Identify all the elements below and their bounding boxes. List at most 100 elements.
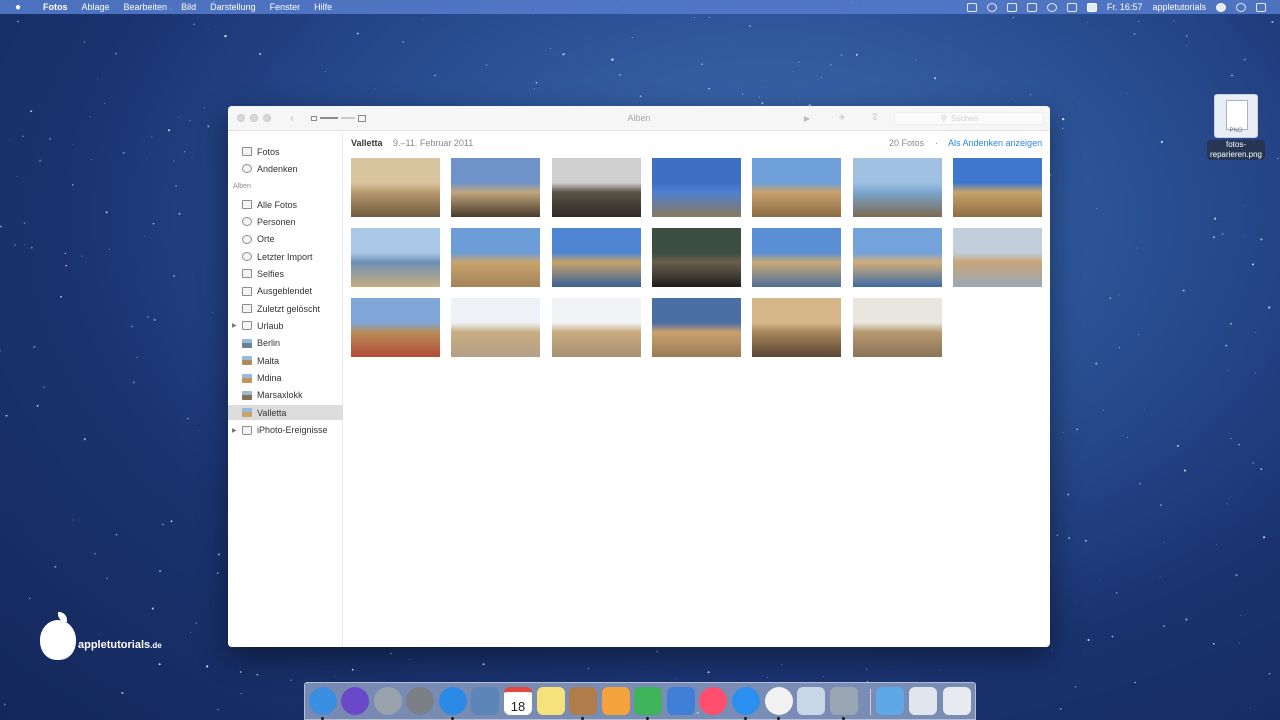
sidebar-item-label: Berlin [257, 338, 281, 349]
sidebar-item-marsaxlokk[interactable]: Marsaxlokk [228, 388, 343, 403]
sidebar-item-valletta[interactable]: Valletta [228, 405, 343, 421]
sidebar-item-label: Fotos [257, 146, 280, 157]
photo-thumbnail[interactable] [651, 228, 741, 287]
photo-thumbnail[interactable] [551, 298, 641, 357]
lock-icon[interactable] [966, 2, 977, 12]
launchpad-icon[interactable] [374, 687, 402, 715]
sidebar-item-selfies[interactable]: Selfies [228, 266, 343, 281]
person-icon [242, 217, 252, 227]
photo-thumbnail[interactable] [852, 158, 942, 217]
menu-darstellung[interactable]: Darstellung [203, 2, 263, 12]
fullscreen-button[interactable] [263, 114, 271, 122]
photo-thumbnail[interactable] [752, 298, 842, 357]
sidebar-item-iphoto-ereignisse[interactable]: ▶ iPhoto-Ereignisse [228, 423, 343, 438]
sidebar-item-urlaub[interactable]: ▶ Urlaub [228, 318, 343, 333]
sidebar-item-label: Valletta [257, 407, 287, 418]
time-machine-icon[interactable] [986, 2, 997, 12]
photo-thumbnail[interactable] [852, 228, 942, 287]
show-as-memory-link[interactable]: Als Andenken anzeigen [948, 138, 1042, 148]
siri-icon[interactable] [341, 687, 369, 715]
photo-thumbnail[interactable] [651, 298, 741, 357]
photo-thumbnail[interactable] [952, 158, 1042, 217]
notes-icon[interactable] [537, 687, 565, 715]
menu-ablage[interactable]: Ablage [75, 2, 117, 12]
siri-menubar-icon[interactable] [1216, 2, 1226, 12]
menu-fenster[interactable]: Fenster [263, 2, 308, 12]
system-preferences-icon[interactable] [406, 687, 434, 715]
bluetooth-icon[interactable] [1006, 2, 1017, 12]
photo-thumbnail[interactable] [952, 228, 1042, 287]
desktop-file[interactable]: PNG fotos- reparieren.png [1203, 94, 1269, 162]
pages-icon[interactable] [602, 687, 630, 715]
photo-thumbnail[interactable] [651, 158, 741, 217]
photo-thumbnail[interactable] [451, 158, 541, 217]
folder-icon [242, 321, 252, 331]
menu-hilfe[interactable]: Hilfe [307, 2, 339, 12]
photo-thumbnail[interactable] [752, 158, 842, 217]
safari-icon[interactable] [439, 687, 467, 715]
battery-icon[interactable] [1086, 2, 1097, 12]
menu-fotos[interactable]: Fotos [36, 2, 75, 12]
share-button[interactable]: ⇧ [868, 110, 882, 124]
sidebar-item-berlin[interactable]: Berlin [228, 336, 343, 351]
sidebar-item-andenken[interactable]: Andenken [228, 161, 343, 176]
sidebar-item-alle-fotos[interactable]: Alle Fotos [228, 197, 343, 212]
sidebar-item-ausgeblendet[interactable]: Ausgeblendet [228, 284, 343, 299]
spotlight-icon[interactable] [1236, 2, 1246, 12]
disclosure-triangle-icon[interactable]: ▶ [232, 322, 237, 329]
sidebar-item-mdina[interactable]: Mdina [228, 371, 343, 386]
photo-thumbnail[interactable] [551, 228, 641, 287]
disclosure-triangle-icon[interactable]: ▶ [232, 427, 237, 434]
photo-thumbnail[interactable] [351, 298, 440, 357]
menu-bild[interactable]: Bild [174, 2, 203, 12]
search-input[interactable]: ⚲ Suchen [894, 112, 1044, 125]
sidebar-item-fotos[interactable]: Fotos [228, 144, 343, 159]
trash-dock-icon[interactable] [943, 687, 971, 715]
photo-thumbnail[interactable] [752, 228, 842, 287]
image-capture-icon[interactable] [830, 687, 858, 715]
slideshow-play-button[interactable]: ▶ [800, 111, 814, 125]
sidebar-item-letzter-import[interactable]: Letzter Import [228, 249, 343, 264]
sidebar-item-orte[interactable]: Orte [228, 232, 343, 247]
sidebar-item-label: Urlaub [257, 320, 284, 331]
keynote-icon[interactable] [667, 687, 695, 715]
back-button[interactable]: ‹ [285, 111, 299, 125]
photo-thumbnail[interactable] [852, 298, 942, 357]
photos-window: ‹ Alben ▶ + ⇧ ⚲ Suchen Fotos Andenken Albe… [228, 106, 1050, 647]
menubar-user[interactable]: appletutorials [1152, 2, 1206, 12]
downloads-folder-icon[interactable] [876, 687, 904, 715]
add-button[interactable]: + [834, 110, 850, 124]
sidebar-item-personen[interactable]: Personen [228, 214, 343, 229]
menubar-clock[interactable]: Fr. 16:57 [1107, 2, 1143, 12]
photo-thumbnail[interactable] [451, 298, 541, 357]
contacts-icon[interactable] [569, 687, 597, 715]
wifi-icon[interactable] [1046, 2, 1057, 12]
sidebar-item-malta[interactable]: Malta [228, 353, 343, 368]
volume-icon[interactable] [1066, 2, 1077, 12]
preview-icon[interactable] [471, 687, 499, 715]
airplay-icon[interactable] [1026, 2, 1037, 12]
numbers-icon[interactable] [634, 687, 662, 715]
apple-icon[interactable]: ● [0, 2, 36, 13]
photo-thumbnail[interactable] [551, 158, 641, 217]
notification-center-icon[interactable] [1256, 2, 1266, 12]
minimize-button[interactable] [250, 114, 258, 122]
photo-thumbnail[interactable] [451, 228, 541, 287]
finder-icon[interactable] [309, 687, 337, 715]
sidebar-item-zuletzt-gelöscht[interactable]: Zuletzt gelöscht [228, 301, 343, 316]
menu-bearbeiten[interactable]: Bearbeiten [117, 2, 175, 12]
photos-icon [242, 147, 252, 156]
photos-app-icon[interactable] [765, 687, 793, 715]
documents-folder-icon[interactable] [909, 687, 937, 715]
calendar-icon[interactable]: 18 [504, 687, 532, 715]
zoom-slider[interactable] [311, 114, 366, 122]
photo-thumbnail[interactable] [351, 228, 440, 287]
close-button[interactable] [237, 114, 245, 122]
photo-thumbnail[interactable] [351, 158, 440, 217]
itunes-icon[interactable] [699, 687, 727, 715]
camera-icon [242, 269, 252, 279]
app-store-icon[interactable] [732, 687, 760, 715]
album-title: Valletta [351, 138, 383, 148]
search-icon: ⚲ [941, 114, 947, 123]
photo-slideshow-icon[interactable] [797, 687, 825, 715]
